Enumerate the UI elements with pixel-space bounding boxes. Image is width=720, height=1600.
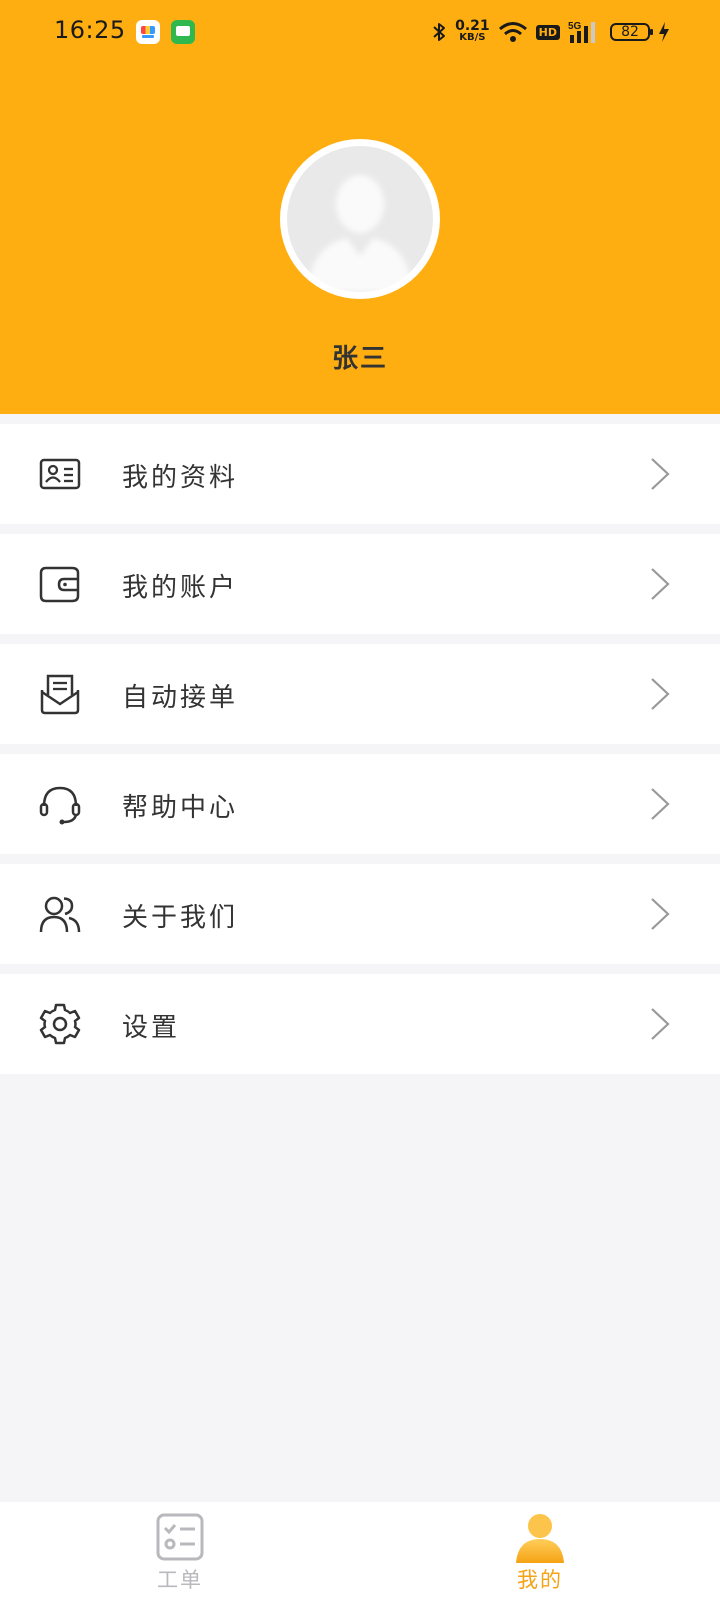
gear-icon [39,1003,81,1045]
users-icon [39,896,81,933]
network-speed: 0.21 KB/S [455,18,490,43]
status-indicators: 0.21 KB/S HD 5G 82 [431,18,670,46]
mail-order-icon [40,674,80,715]
tab-label: 我的 [517,1568,563,1592]
signal-5g-icon: 5G [568,21,595,43]
username: 张三 [331,344,388,374]
message-app-icon [171,20,195,44]
menu-item-help[interactable]: 帮助中心 [0,754,720,854]
chevron-right-icon [651,568,670,600]
id-card-icon [39,458,81,490]
person-icon [516,1514,564,1563]
chevron-right-icon [651,898,670,930]
chevron-right-icon [651,458,670,490]
headset-icon [39,786,81,825]
chevron-right-icon [651,678,670,710]
menu-item-about[interactable]: 关于我们 [0,864,720,964]
network-label: 5G [568,21,582,32]
profile-header: 16:25 0.21 KB/S HD 5G 82 张三 [0,0,720,414]
tab-mine[interactable]: 我的 [480,1502,600,1600]
menu-item-label: 帮助中心 [122,793,239,823]
chevron-right-icon [651,1008,670,1040]
battery-indicator: 82 [610,23,653,41]
menu-item-account[interactable]: 我的账户 [0,534,720,634]
chevron-right-icon [651,788,670,820]
menu-item-label: 我的账户 [122,573,239,603]
default-avatar-icon [287,146,433,292]
menu-item-label: 我的资料 [122,463,239,493]
charging-icon [659,22,669,42]
network-speed-unit: KB/S [459,32,486,43]
bottom-tab-bar: 工单 我的 [0,1502,720,1600]
hd-badge: HD [535,24,560,40]
menu-item-label: 关于我们 [122,903,239,933]
notification-app-icon [136,20,160,44]
avatar[interactable] [280,139,440,299]
network-speed-value: 0.21 [455,18,490,34]
tab-label: 工单 [157,1568,203,1592]
bluetooth-icon [433,23,446,41]
menu-item-profile[interactable]: 我的资料 [0,424,720,524]
menu-item-label: 自动接单 [122,683,239,713]
checklist-icon [156,1513,204,1561]
menu-item-label: 设置 [122,1013,181,1043]
wifi-icon [498,22,527,42]
menu-item-auto-order[interactable]: 自动接单 [0,644,720,744]
status-time: 16:25 [54,16,126,44]
tab-work-order[interactable]: 工单 [120,1502,240,1600]
menu-item-settings[interactable]: 设置 [0,974,720,1074]
wallet-icon [39,566,80,603]
status-bar: 16:25 0.21 KB/S HD 5G 82 [0,0,720,64]
